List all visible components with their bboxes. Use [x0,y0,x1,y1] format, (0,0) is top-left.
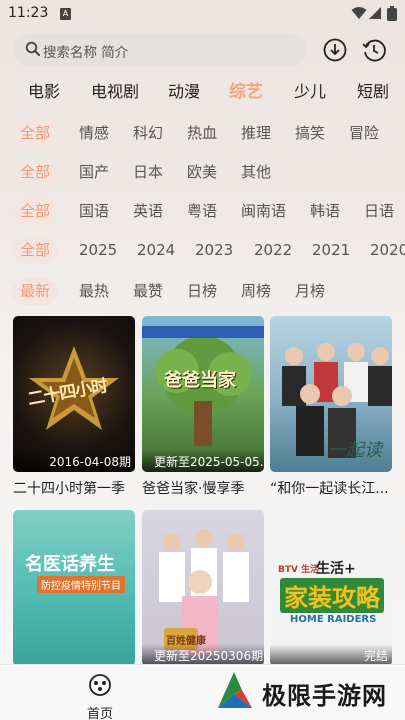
poster: 一起读 [270,316,392,472]
region-chip[interactable]: 欧美 [187,159,217,186]
video-title: 爸爸当家·慢享季 [142,481,245,497]
search-icon [25,41,40,56]
video-card[interactable]: 一起读 “和你一起读长江... [270,316,392,498]
poster-subtitle: HOME RAIDERS [290,614,377,625]
wifi-icon [351,7,367,19]
year-chip[interactable]: 全部 [12,237,59,264]
tab-movie[interactable]: 电影 [28,78,60,102]
watermark-text: 极限手游网 [262,682,387,710]
history-icon[interactable] [361,37,387,63]
sort-chip[interactable]: 最赞 [133,278,163,305]
poster: BTV 生活 生活+ 家装攻略 HOME RAIDERS 完结 [270,510,392,666]
language-chip[interactable]: 闽南语 [241,198,286,225]
year-chip[interactable]: 2025 [79,237,117,264]
genre-chip[interactable]: 热血 [187,120,217,147]
watermark: 极限手游网 [212,668,402,716]
search-input[interactable]: 搜索名称 简介 [14,33,306,66]
video-title: 二十四小时第一季 [13,481,125,497]
episode-badge: 完结 [270,644,392,666]
genre-chip[interactable]: 推理 [241,120,271,147]
region-chip[interactable]: 日本 [133,159,163,186]
poster-title: 名医话养生 [25,554,115,575]
status-bar: 11:23 A [0,0,405,28]
video-card[interactable]: 爸爸当家 更新至2025-05-05... 爸爸当家·慢享季 [142,316,264,498]
nav-home[interactable]: 首页 [78,673,122,720]
language-chip[interactable]: 日语 [364,198,394,225]
poster-subtitle: 防控疫情特别节目 [37,576,125,593]
region-chip[interactable]: 其他 [241,159,271,186]
filter-language: 全部 国语 英语 粤语 闽南语 韩语 日语 [0,196,405,226]
status-time: 11:23 [8,5,49,21]
year-chip[interactable]: 2020 [370,237,405,264]
year-chip[interactable]: 2023 [195,237,233,264]
tab-variety[interactable]: 综艺 [229,77,263,102]
home-icon [89,674,111,696]
sort-chip[interactable]: 日榜 [187,278,217,305]
battery-icon [387,6,397,21]
video-card[interactable]: 名医话养生 防控疫情特别节目 [13,510,135,672]
nav-home-label: 首页 [86,707,113,720]
channel-logo: BTV 生活 [278,565,320,575]
poster: 二十四小时 2016-04-08期 [13,316,135,472]
sort-chip[interactable]: 周榜 [241,278,271,305]
genre-chip[interactable]: 情感 [79,120,109,147]
episode-badge: 2016-04-08期 [13,450,135,472]
tab-anime[interactable]: 动漫 [168,78,200,102]
language-chip[interactable]: 韩语 [310,198,340,225]
region-chip[interactable]: 国产 [79,159,109,186]
year-chip[interactable]: 2021 [312,237,350,264]
tab-short-drama[interactable]: 短剧 [357,78,389,102]
language-chip[interactable]: 粤语 [187,198,217,225]
episode-badge: 更新至2025-05-05... [142,450,264,472]
search-placeholder: 搜索名称 简介 [43,45,129,61]
poster: 名医话养生 防控疫情特别节目 [13,510,135,666]
sim-icon: A [60,8,71,20]
signal-icon [369,7,381,19]
language-chip[interactable]: 国语 [79,198,109,225]
poster: 百姓健康 更新至20250306期 [142,510,264,666]
filter-sort: 最新 最热 最赞 日榜 周榜 月榜 [0,276,405,306]
tree-illustration-icon [142,326,264,446]
genre-chip[interactable]: 搞笑 [295,120,325,147]
episode-badge: 更新至20250306期 [142,644,264,666]
region-chip[interactable]: 全部 [12,159,59,186]
bottom-nav: 首页 极限手游网 [0,664,405,720]
genre-chip[interactable]: 全部 [12,120,59,147]
tab-kids[interactable]: 少儿 [294,78,326,102]
year-chip[interactable]: 2022 [254,237,292,264]
watermark-logo-icon [218,672,252,708]
video-card[interactable]: 百姓健康 更新至20250306期 [142,510,264,672]
video-card[interactable]: 二十四小时 2016-04-08期 二十四小时第一季 [13,316,135,498]
download-icon[interactable] [322,37,348,63]
filter-genre: 全部 情感 科幻 热血 推理 搞笑 冒险 [0,118,405,148]
filter-region: 全部 国产 日本 欧美 其他 [0,157,405,187]
genre-chip[interactable]: 科幻 [133,120,163,147]
channel-logo-plus: 生活+ [316,561,356,577]
poster-title: 家装攻略 [280,578,384,613]
poster-title: 爸爸当家 [164,370,236,391]
sort-chip[interactable]: 月榜 [295,278,325,305]
tab-tv[interactable]: 电视剧 [91,78,139,102]
language-chip[interactable]: 全部 [12,198,59,225]
year-chip[interactable]: 2024 [137,237,175,264]
category-tabs: 电影 电视剧 动漫 综艺 少儿 短剧 [0,77,405,102]
poster: 爸爸当家 更新至2025-05-05... [142,316,264,472]
video-title: “和你一起读长江... [270,481,389,497]
video-card[interactable]: BTV 生活 生活+ 家装攻略 HOME RAIDERS 完结 [270,510,392,672]
poster-title: 一起读 [328,440,382,461]
genre-chip[interactable]: 冒险 [349,120,379,147]
language-chip[interactable]: 英语 [133,198,163,225]
sort-chip[interactable]: 最热 [79,278,109,305]
sort-chip[interactable]: 最新 [12,278,59,305]
filter-year: 全部 2025 2024 2023 2022 2021 2020 [0,235,405,265]
